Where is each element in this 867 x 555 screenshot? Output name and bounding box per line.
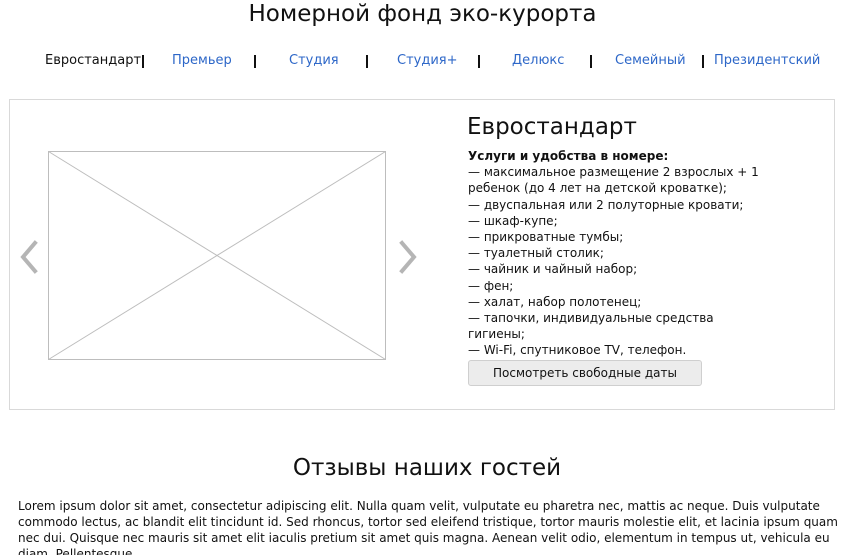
chevron-left-icon: [20, 240, 38, 274]
tab-deluxe[interactable]: Делюкс: [512, 52, 564, 70]
amenity-item: — двуспальная или 2 полуторные кровати;: [468, 197, 744, 212]
amenity-item: — халат, набор полотенец;: [468, 294, 642, 309]
review-text: Lorem ipsum dolor sit amet, consectetur …: [18, 499, 838, 555]
amenity-item: — чайник и чайный набор;: [468, 262, 638, 277]
room-type-tabs: Евростандарт Премьер Студия Студия+ Делю…: [0, 52, 867, 72]
reviews-title: Отзывы наших гостей: [292, 455, 562, 481]
amenities-heading: Услуги и удобства в номере:: [468, 149, 669, 163]
amenity-item: — туалетный столик;: [468, 246, 604, 261]
tab-evrostandart[interactable]: Евростандарт: [45, 52, 141, 70]
chevron-right-icon: [399, 240, 417, 274]
tab-separator: [142, 55, 144, 68]
amenity-item: — максимальное размещение 2 взрослых + 1…: [468, 165, 759, 196]
tab-studio[interactable]: Студия: [289, 52, 339, 70]
page: Номерной фонд эко-курорта Евростандарт П…: [0, 0, 867, 555]
tab-separator: [254, 55, 256, 68]
amenity-item: — фен;: [468, 278, 514, 293]
tab-premier[interactable]: Премьер: [172, 52, 232, 70]
amenity-item: — шкаф-купе;: [468, 213, 558, 228]
room-photo-placeholder: [48, 151, 386, 360]
tab-separator: [702, 55, 704, 68]
tab-separator: [366, 55, 368, 68]
amenity-item: — тапочки, индивидуальные средства гигие…: [468, 311, 714, 342]
image-placeholder-icon: [48, 151, 386, 360]
tab-separator: [590, 55, 592, 68]
tab-studio-plus[interactable]: Студия+: [397, 52, 458, 70]
room-title: Евростандарт: [467, 114, 637, 140]
tab-separator: [478, 55, 480, 68]
room-slider-panel: Евростандарт Услуги и удобства в номере:…: [9, 99, 835, 410]
view-available-dates-button[interactable]: Посмотреть свободные даты: [468, 360, 702, 386]
prev-slide-button[interactable]: [18, 240, 40, 274]
room-amenities: Услуги и удобства в номере: — максимальн…: [468, 148, 768, 359]
amenity-item: — Wi-Fi, спутниковое TV, телефон.: [468, 343, 687, 358]
next-slide-button[interactable]: [397, 240, 419, 274]
tab-family[interactable]: Семейный: [615, 52, 686, 70]
tab-presidential[interactable]: Президентский: [714, 52, 820, 70]
amenity-item: — прикроватные тумбы;: [468, 230, 624, 245]
page-title: Номерной фонд эко-курорта: [248, 1, 597, 27]
